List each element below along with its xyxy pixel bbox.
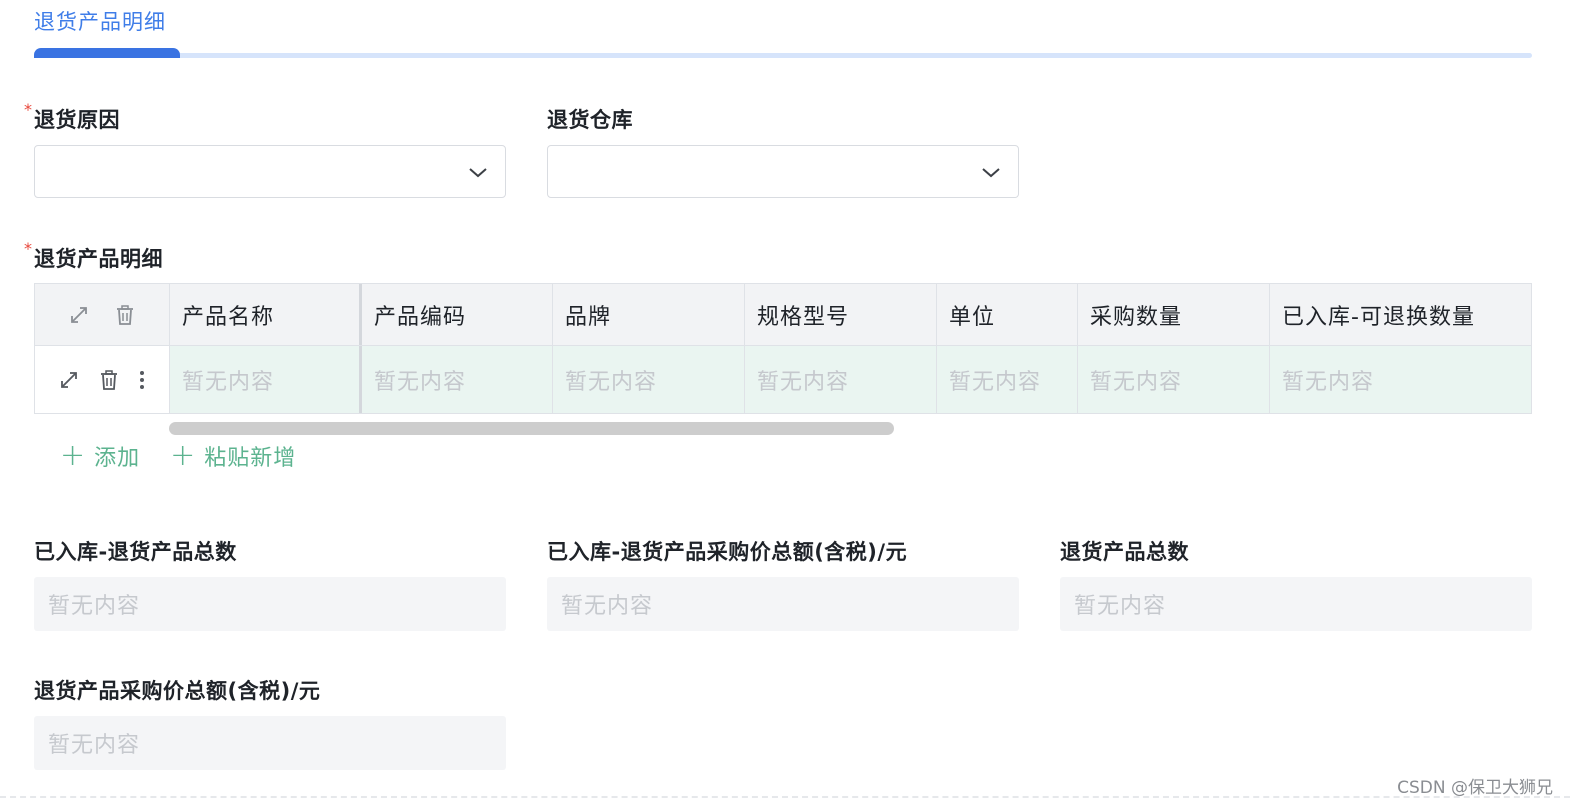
return-total-field: 暂无内容 — [1060, 577, 1532, 631]
table-cell[interactable]: 暂无内容 — [1078, 346, 1270, 413]
stocked-return-amount-field: 暂无内容 — [547, 577, 1019, 631]
table-header: 产品名称 产品编码 品牌 规格型号 单位 采购数量 已入库-可退换数量 — [35, 284, 1531, 346]
chevron-down-icon — [982, 168, 1000, 178]
tab-active-indicator — [34, 48, 180, 58]
table-row: 暂无内容 暂无内容 暂无内容 暂无内容 暂无内容 暂无内容 暂无内容 — [35, 346, 1531, 413]
table-cell[interactable]: 暂无内容 — [170, 346, 362, 413]
return-reason-label: * 退货原因 — [24, 100, 120, 132]
table-cell[interactable]: 暂无内容 — [1270, 346, 1531, 413]
trash-icon[interactable] — [114, 304, 136, 326]
chevron-down-icon — [469, 168, 487, 178]
plus-icon: + — [60, 438, 87, 473]
column-header[interactable]: 产品名称 — [170, 284, 362, 345]
table-cell[interactable]: 暂无内容 — [362, 346, 553, 413]
row-operation-cell — [35, 346, 170, 413]
detail-table-label: * 退货产品明细 — [24, 239, 163, 271]
return-warehouse-select[interactable] — [547, 145, 1019, 198]
paste-add-button[interactable]: + 粘贴新增 — [170, 440, 296, 472]
form-page: 退货产品明细 * 退货原因 退货仓库 * 退货产品明细 产品名称 产品编码 品牌… — [0, 0, 1570, 804]
bottom-divider — [0, 796, 1570, 798]
return-amount-field: 暂无内容 — [34, 716, 506, 770]
column-header[interactable]: 采购数量 — [1078, 284, 1270, 345]
column-header[interactable]: 规格型号 — [745, 284, 937, 345]
watermark: CSDN @保卫大狮兄 — [1397, 778, 1553, 798]
return-reason-select[interactable] — [34, 145, 506, 198]
header-operation-cell — [35, 284, 170, 345]
section-tab-title[interactable]: 退货产品明细 — [34, 6, 166, 36]
stocked-return-amount-label: 已入库-退货产品采购价总额(含税)/元 — [547, 540, 908, 564]
column-header[interactable]: 品牌 — [553, 284, 745, 345]
plus-icon: + — [170, 438, 197, 473]
column-header[interactable]: 产品编码 — [362, 284, 553, 345]
add-row-button[interactable]: + 添加 — [60, 440, 140, 472]
column-header[interactable]: 单位 — [937, 284, 1078, 345]
more-vertical-icon[interactable] — [138, 369, 146, 391]
table-cell[interactable]: 暂无内容 — [745, 346, 937, 413]
table-actions: + 添加 + 粘贴新增 — [60, 440, 296, 472]
stocked-return-total-label: 已入库-退货产品总数 — [34, 540, 237, 564]
return-total-label: 退货产品总数 — [1060, 540, 1189, 564]
table-cell[interactable]: 暂无内容 — [937, 346, 1078, 413]
required-mark: * — [24, 239, 33, 258]
expand-icon[interactable] — [58, 369, 80, 391]
expand-icon[interactable] — [68, 304, 90, 326]
column-header[interactable]: 已入库-可退换数量 — [1270, 284, 1531, 345]
table-cell[interactable]: 暂无内容 — [553, 346, 745, 413]
trash-icon[interactable] — [98, 369, 120, 391]
required-mark: * — [24, 100, 33, 119]
return-amount-label: 退货产品采购价总额(含税)/元 — [34, 679, 321, 703]
tab-underline-track — [34, 53, 1532, 58]
stocked-return-total-field: 暂无内容 — [34, 577, 506, 631]
detail-table: 产品名称 产品编码 品牌 规格型号 单位 采购数量 已入库-可退换数量 暂无内容… — [34, 283, 1532, 414]
return-warehouse-label: 退货仓库 — [547, 108, 633, 132]
horizontal-scrollbar[interactable] — [169, 422, 894, 435]
